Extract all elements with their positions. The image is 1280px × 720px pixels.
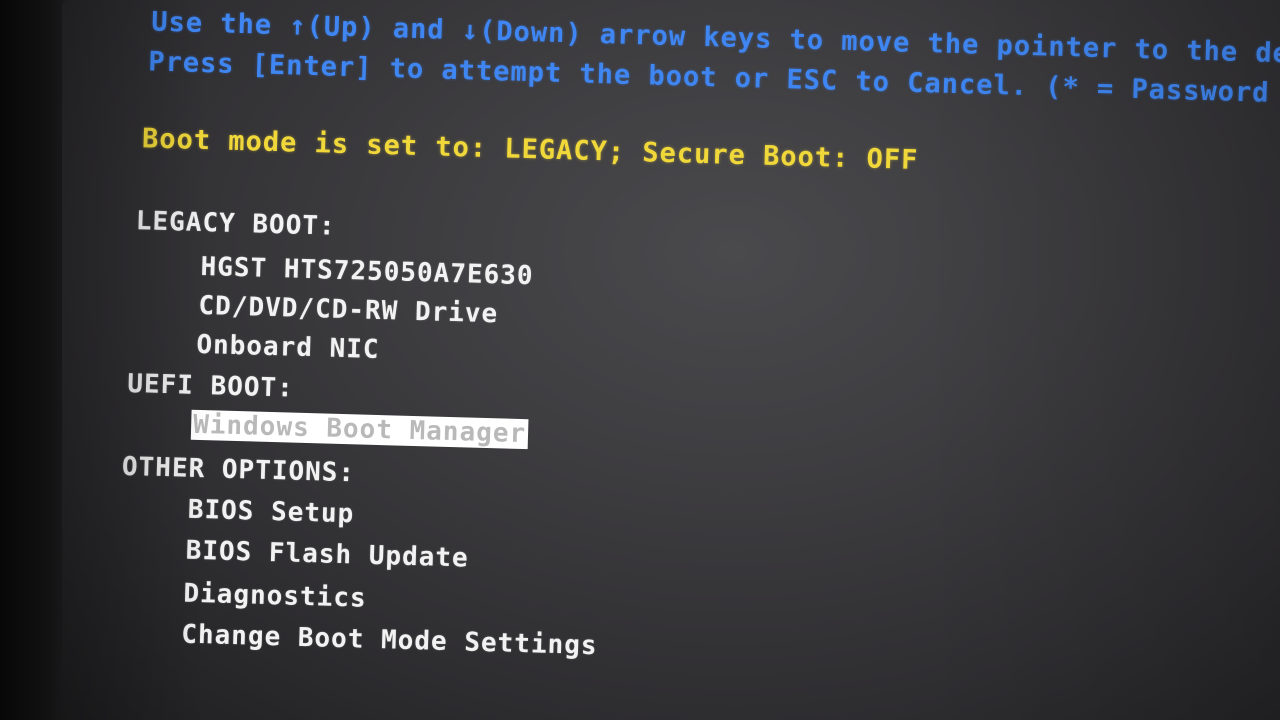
boot-item-hgst-drive[interactable]: HGST HTS725050A7E630 [200, 252, 534, 291]
boot-menu-screen: Use the ↑(Up) and ↓(Down) arrow keys to … [62, 0, 1280, 720]
boot-item-onboard-nic[interactable]: Onboard NIC [196, 330, 380, 365]
option-change-boot-mode-settings[interactable]: Change Boot Mode Settings [181, 620, 598, 662]
option-diagnostics[interactable]: Diagnostics [183, 579, 367, 614]
boot-menu-content: Use the ↑(Up) and ↓(Down) arrow keys to … [62, 0, 1280, 720]
boot-item-windows-boot-manager[interactable]: Windows Boot Manager [190, 409, 529, 450]
option-bios-flash-update[interactable]: BIOS Flash Update [185, 536, 469, 574]
legacy-boot-header: LEGACY BOOT: [135, 206, 337, 242]
boot-mode-status: Boot mode is set to: LEGACY; Secure Boot… [141, 123, 919, 176]
uefi-boot-header: UEFI BOOT: [126, 368, 295, 404]
option-bios-setup[interactable]: BIOS Setup [187, 495, 354, 530]
monitor-bezel [0, 0, 70, 720]
other-options-header: OTHER OPTIONS: [121, 451, 356, 489]
boot-item-cd-dvd-drive[interactable]: CD/DVD/CD-RW Drive [198, 291, 498, 329]
